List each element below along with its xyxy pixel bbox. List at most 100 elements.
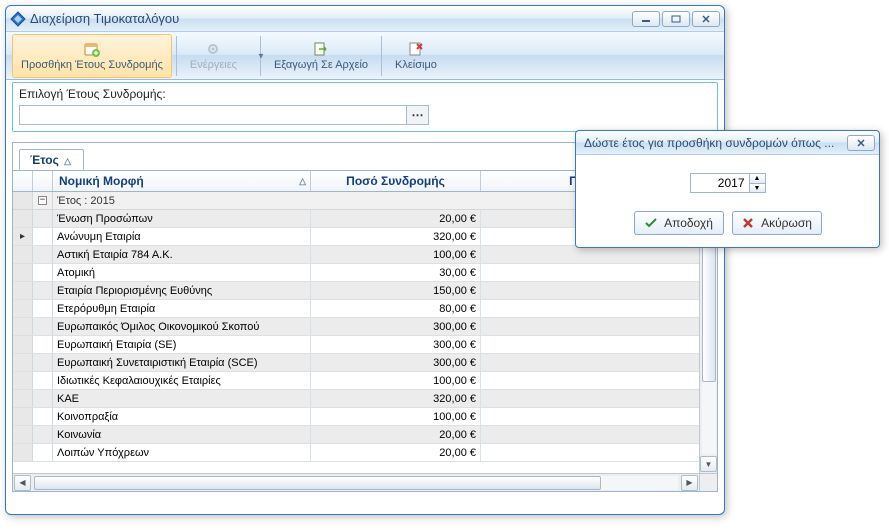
cell-legal-form: Κοινοπραξία — [53, 408, 311, 425]
dialog-body: ▲ ▼ Αποδοχή Ακύρωση — [576, 155, 879, 247]
add-year-button[interactable]: Προσθήκη Έτους Συνδρομής — [12, 34, 172, 78]
cell-liability-fee — [481, 426, 717, 443]
main-window: Διαχείριση Τιμοκαταλόγου Προσθήκη Έτους … — [5, 5, 725, 515]
row-gutter — [13, 192, 33, 209]
year-picker-input[interactable] — [19, 105, 407, 125]
cell-liability-fee — [481, 300, 717, 317]
table-row[interactable]: Ετερόρυθμη Εταιρία80,00 € — [13, 300, 717, 318]
dialog-close-button[interactable] — [847, 135, 875, 151]
cell-liability-fee — [481, 282, 717, 299]
row-indicator — [13, 426, 33, 443]
actions-label: Ενέργειες — [190, 59, 237, 71]
cell-legal-form: Ανώνυμη Εταιρία — [53, 228, 311, 245]
group-row-label: Έτος : 2015 — [53, 195, 115, 207]
cell-fee: 100,00 € — [311, 246, 481, 263]
row-indent — [33, 426, 53, 443]
table-row[interactable]: Ευρωπαική Εταιρία (SE)300,00 € — [13, 336, 717, 354]
spin-up-button[interactable]: ▲ — [750, 174, 765, 183]
minus-icon: − — [38, 196, 47, 205]
row-indent — [33, 300, 53, 317]
minimize-button[interactable] — [632, 11, 660, 27]
close-icon — [856, 139, 866, 147]
cell-fee: 100,00 € — [311, 408, 481, 425]
row-indicator — [13, 246, 33, 263]
gear-icon — [205, 41, 221, 57]
table-row[interactable]: Εταιρία Περιορισμένης Ευθύνης150,00 € — [13, 282, 717, 300]
table-row[interactable]: Κοινοπραξία100,00 € — [13, 408, 717, 426]
close-window-button[interactable] — [692, 11, 720, 27]
ellipsis-icon: ⋯ — [412, 108, 424, 122]
cell-legal-form: Ιδιωτικές Κεφαλαιουχικές Εταιρίες — [53, 372, 311, 389]
close-icon — [701, 15, 711, 23]
accept-label: Αποδοχή — [664, 216, 713, 230]
row-indent — [33, 264, 53, 281]
row-indicator — [13, 318, 33, 335]
titlebar: Διαχείριση Τιμοκαταλόγου — [6, 6, 724, 32]
cell-fee: 320,00 € — [311, 390, 481, 407]
year-picker: ⋯ — [19, 105, 429, 125]
cell-legal-form: Αστική Εταιρία 784 Α.Κ. — [53, 246, 311, 263]
table-row[interactable]: Ευρωπαική Συνεταιριστική Εταιρία (SCE)30… — [13, 354, 717, 372]
table-row[interactable]: Κοινωνία20,00 € — [13, 426, 717, 444]
export-icon — [313, 41, 329, 57]
row-indicator — [13, 264, 33, 281]
group-expander[interactable]: − — [33, 192, 53, 209]
row-indent — [33, 210, 53, 227]
column-legal-form[interactable]: Νομική Μορφή △ — [53, 171, 311, 191]
cancel-button[interactable]: Ακύρωση — [732, 211, 822, 235]
cell-liability-fee — [481, 336, 717, 353]
header-indicator — [33, 171, 53, 191]
maximize-button[interactable] — [662, 11, 690, 27]
cell-legal-form: Ευρωπαικός Όμιλος Οικονομικού Σκοπού — [53, 318, 311, 335]
horizontal-scrollbar-row: ◀ ▶ — [13, 473, 717, 491]
scroll-left-button[interactable]: ◀ — [14, 475, 31, 491]
close-button[interactable]: Κλείσιμο — [386, 34, 446, 78]
column-legal-form-label: Νομική Μορφή — [59, 174, 144, 188]
year-selection-panel: Επιλογή Έτους Συνδρομής: ⋯ — [12, 82, 718, 132]
accept-button[interactable]: Αποδοχή — [634, 211, 724, 235]
group-column-tab[interactable]: Έτος △ — [19, 149, 84, 170]
row-indicator — [13, 336, 33, 353]
column-fee[interactable]: Ποσό Συνδρομής — [311, 171, 481, 191]
column-fee-label: Ποσό Συνδρομής — [346, 174, 445, 188]
table-row[interactable]: ΚΑΕ320,00 € — [13, 390, 717, 408]
hscroll-track[interactable] — [34, 476, 678, 490]
horizontal-scrollbar[interactable]: ◀ ▶ — [13, 473, 699, 491]
vscroll-track[interactable] — [702, 214, 716, 454]
cell-liability-fee — [481, 354, 717, 371]
row-indent — [33, 354, 53, 371]
row-indent — [33, 408, 53, 425]
cell-liability-fee — [481, 264, 717, 281]
cell-legal-form: Ετερόρυθμη Εταιρία — [53, 300, 311, 317]
year-spin-input[interactable] — [690, 173, 750, 193]
row-indent — [33, 372, 53, 389]
table-row[interactable]: Ιδιωτικές Κεφαλαιουχικές Εταιρίες100,00 … — [13, 372, 717, 390]
export-button[interactable]: Εξαγωγή Σε Αρχείο — [265, 34, 377, 78]
scroll-down-button[interactable]: ▼ — [700, 456, 717, 472]
table-row[interactable]: Αστική Εταιρία 784 Α.Κ.100,00 € — [13, 246, 717, 264]
export-label: Εξαγωγή Σε Αρχείο — [274, 59, 368, 71]
sort-asc-icon: △ — [299, 176, 306, 187]
cell-fee: 20,00 € — [311, 444, 481, 461]
row-indent — [33, 336, 53, 353]
close-label: Κλείσιμο — [395, 59, 437, 71]
year-picker-button[interactable]: ⋯ — [407, 105, 429, 125]
check-icon — [644, 216, 658, 230]
cell-legal-form: Κοινωνία — [53, 426, 311, 443]
cell-liability-fee — [481, 408, 717, 425]
table-row[interactable]: Λοιπών Υπόχρεων20,00 € — [13, 444, 717, 462]
row-indent — [33, 318, 53, 335]
toolbar-separator — [381, 36, 382, 76]
cell-legal-form: Ατομική — [53, 264, 311, 281]
hscroll-thumb[interactable] — [34, 476, 601, 490]
maximize-icon — [671, 15, 681, 23]
table-row[interactable]: Ευρωπαικός Όμιλος Οικονομικού Σκοπού300,… — [13, 318, 717, 336]
table-row[interactable]: Ατομική30,00 € — [13, 264, 717, 282]
sort-asc-icon: △ — [64, 156, 71, 166]
add-year-label: Προσθήκη Έτους Συνδρομής — [21, 59, 163, 71]
row-indicator — [13, 300, 33, 317]
year-spin-control: ▲ ▼ — [690, 173, 766, 193]
scroll-right-button[interactable]: ▶ — [681, 475, 698, 491]
spin-down-button[interactable]: ▼ — [750, 183, 765, 192]
cell-fee: 300,00 € — [311, 318, 481, 335]
